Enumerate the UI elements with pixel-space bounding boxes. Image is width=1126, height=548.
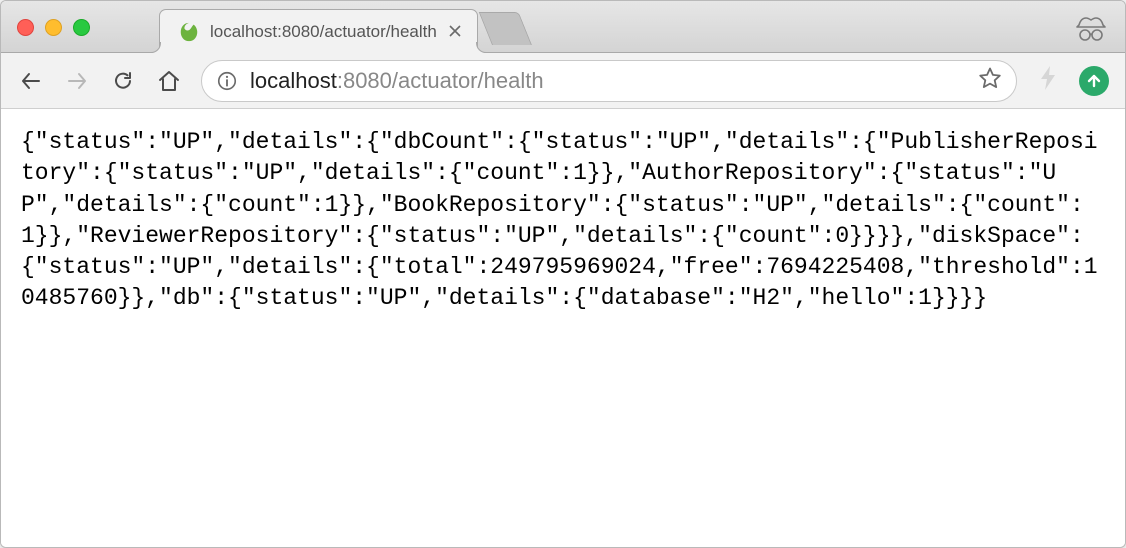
site-info-icon[interactable]: [216, 70, 238, 92]
favicon-spring-icon: [178, 21, 200, 43]
forward-button[interactable]: [63, 67, 91, 95]
address-bar[interactable]: localhost:8080/actuator/health: [201, 60, 1017, 102]
url-path: :8080/actuator/health: [337, 68, 544, 93]
minimize-window-button[interactable]: [45, 19, 62, 36]
home-button[interactable]: [155, 67, 183, 95]
new-tab-button[interactable]: [478, 12, 531, 45]
url-host: localhost: [250, 68, 337, 93]
tab-active[interactable]: localhost:8080/actuator/health: [159, 9, 478, 53]
close-window-button[interactable]: [17, 19, 34, 36]
tab-close-icon[interactable]: [447, 21, 463, 42]
window-controls: [17, 19, 90, 36]
maximize-window-button[interactable]: [73, 19, 90, 36]
url-text: localhost:8080/actuator/health: [250, 68, 966, 94]
incognito-icon: [1075, 13, 1107, 48]
page-body[interactable]: {"status":"UP","details":{"dbCount":{"st…: [1, 109, 1125, 547]
extension-button[interactable]: [1079, 66, 1109, 96]
toolbar: localhost:8080/actuator/health: [1, 53, 1125, 109]
title-bar: localhost:8080/actuator/health: [1, 1, 1125, 53]
back-button[interactable]: [17, 67, 45, 95]
tab-title: localhost:8080/actuator/health: [210, 22, 437, 42]
reload-button[interactable]: [109, 67, 137, 95]
browser-window: localhost:8080/actuator/health: [0, 0, 1126, 548]
bookmark-star-icon[interactable]: [978, 66, 1002, 96]
lightning-icon: [1035, 65, 1061, 97]
tabs-area: localhost:8080/actuator/health: [159, 1, 532, 52]
